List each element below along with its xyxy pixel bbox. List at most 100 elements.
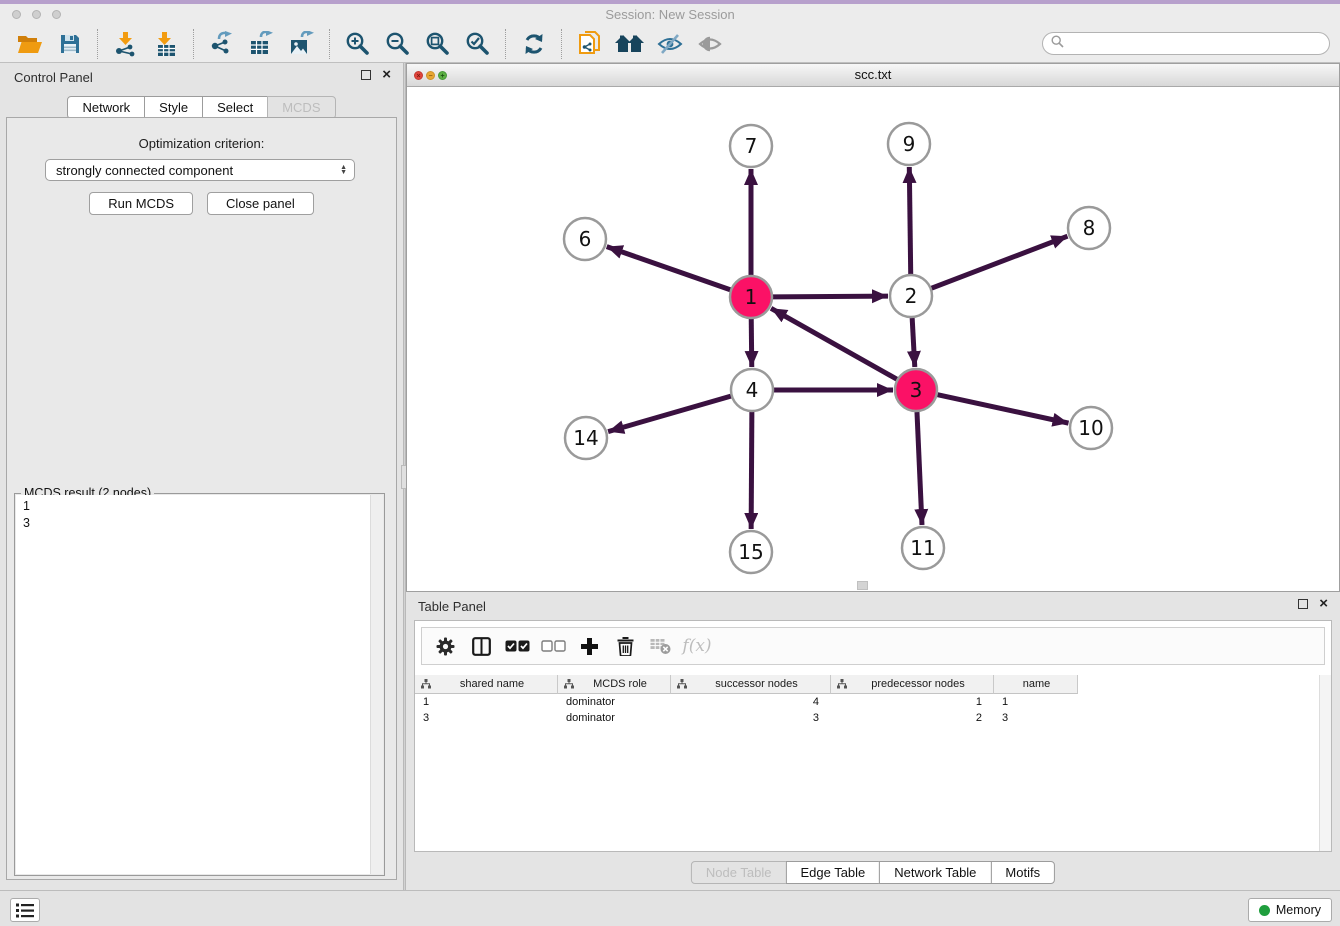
result-scrollbar[interactable]	[370, 495, 383, 874]
eye-icon[interactable]	[690, 28, 730, 60]
delete-icon[interactable]	[610, 631, 640, 661]
graph-edge-3-1[interactable]	[771, 308, 897, 379]
float-panel-icon[interactable]	[1298, 599, 1308, 609]
table-row[interactable]: 3dominator323	[415, 710, 1078, 726]
deselect-checkboxes-icon[interactable]	[538, 631, 568, 661]
graph-node-3[interactable]: 3	[895, 369, 937, 411]
optimization-criterion-select[interactable]: strongly connected component ▲▼	[45, 159, 355, 181]
split-columns-icon[interactable]	[466, 631, 496, 661]
table-scrollbar[interactable]	[1319, 675, 1331, 851]
graph-edge-3-11[interactable]	[917, 412, 922, 525]
column-header-label: predecessor nodes	[847, 678, 989, 690]
select-stepper-icon: ▲▼	[340, 165, 347, 175]
graph-node-label: 7	[745, 134, 758, 158]
graph-edge-1-6[interactable]	[607, 247, 731, 290]
table-toolbar: f(x)	[421, 627, 1325, 665]
add-column-icon[interactable]	[574, 631, 604, 661]
graph-node-label: 14	[573, 426, 598, 450]
graph-edge-1-4[interactable]	[751, 319, 752, 367]
graph-edge-1-2[interactable]	[773, 296, 888, 297]
graph-node-10[interactable]: 10	[1070, 407, 1112, 449]
import-table-icon[interactable]	[146, 28, 186, 60]
gear-icon[interactable]	[430, 631, 460, 661]
function-builder-icon[interactable]: f(x)	[682, 631, 712, 661]
tab-mcds[interactable]: MCDS	[267, 96, 335, 119]
hide-panels-icon[interactable]	[650, 28, 690, 60]
search-input[interactable]	[1069, 36, 1321, 52]
network-graph[interactable]: 7 9 6 8 1 2 4 3 14 10 15 11	[407, 87, 1339, 591]
close-panel-icon[interactable]: ×	[382, 70, 391, 80]
mcds-panel: Optimization criterion: strongly connect…	[6, 117, 397, 880]
table-cell: 3	[994, 710, 1078, 726]
open-session-icon[interactable]	[10, 28, 50, 60]
delete-table-icon[interactable]	[646, 631, 676, 661]
graph-node-1[interactable]: 1	[730, 276, 772, 318]
tab-network[interactable]: Network	[67, 96, 145, 119]
task-history-button[interactable]	[10, 898, 40, 922]
tab-node-table[interactable]: Node Table	[691, 861, 787, 884]
home-icon[interactable]	[610, 28, 650, 60]
tab-motifs[interactable]: Motifs	[990, 861, 1055, 884]
graph-node-14[interactable]: 14	[565, 417, 607, 459]
mcds-result-textarea[interactable]: 1 3	[16, 495, 371, 874]
column-header-MCDS-role[interactable]: MCDS role	[558, 675, 671, 694]
table-row[interactable]: 1dominator411	[415, 694, 1078, 710]
graph-node-2[interactable]: 2	[890, 275, 932, 317]
export-image-icon[interactable]	[282, 28, 322, 60]
graph-edge-4-14[interactable]	[608, 396, 731, 432]
close-panel-icon[interactable]: ×	[1319, 599, 1328, 609]
table-panel: Table Panel ×	[406, 592, 1340, 890]
graph-node-11[interactable]: 11	[902, 527, 944, 569]
save-session-icon[interactable]	[50, 28, 90, 60]
toolbar-separator	[193, 29, 195, 59]
graph-edge-2-9[interactable]	[909, 167, 910, 274]
window-titlebar: Session: New Session	[0, 4, 1340, 25]
graph-node-4[interactable]: 4	[731, 369, 773, 411]
tab-edge-table[interactable]: Edge Table	[785, 861, 880, 884]
network-window-titlebar: × − + scc.txt	[407, 64, 1339, 87]
zoom-selected-icon[interactable]	[458, 28, 498, 60]
graph-edge-2-3[interactable]	[912, 318, 915, 367]
export-network-icon[interactable]	[202, 28, 242, 60]
graph-node-9[interactable]: 9	[888, 123, 930, 165]
network-view-window: × − + scc.txt 7 9 6 8 1 2 4 3 14 10 15 11	[406, 63, 1340, 592]
export-table-icon[interactable]	[242, 28, 282, 60]
zoom-in-icon[interactable]	[338, 28, 378, 60]
graph-edge-2-8[interactable]	[932, 236, 1068, 288]
toolbar-separator	[561, 29, 563, 59]
float-panel-icon[interactable]	[361, 70, 371, 80]
graph-node-7[interactable]: 7	[730, 125, 772, 167]
run-mcds-button[interactable]: Run MCDS	[89, 192, 193, 215]
refresh-icon[interactable]	[514, 28, 554, 60]
memory-button[interactable]: Memory	[1248, 898, 1332, 922]
import-network-icon[interactable]	[106, 28, 146, 60]
tab-select[interactable]: Select	[202, 96, 268, 119]
graph-edge-4-15[interactable]	[751, 412, 752, 529]
network-canvas[interactable]: 7 9 6 8 1 2 4 3 14 10 15 11	[407, 87, 1339, 591]
column-header-predecessor-nodes[interactable]: predecessor nodes	[831, 675, 994, 694]
table-cell: 3	[671, 710, 831, 726]
memory-label: Memory	[1276, 903, 1321, 917]
graph-node-6[interactable]: 6	[564, 218, 606, 260]
tab-network-table[interactable]: Network Table	[879, 861, 991, 884]
table-cell: 1	[415, 694, 558, 710]
tab-style[interactable]: Style	[144, 96, 203, 119]
search-box[interactable]	[1042, 32, 1330, 55]
duplicate-network-icon[interactable]	[570, 28, 610, 60]
close-panel-button[interactable]: Close panel	[207, 192, 314, 215]
graph-node-15[interactable]: 15	[730, 531, 772, 573]
table-cell: 1	[831, 694, 994, 710]
graph-node-label: 2	[905, 284, 918, 308]
zoom-fit-icon[interactable]	[418, 28, 458, 60]
column-header-shared-name[interactable]: shared name	[415, 675, 558, 694]
graph-edge-3-10[interactable]	[937, 395, 1068, 423]
result-line: 3	[23, 515, 364, 532]
select-all-checkboxes-icon[interactable]	[502, 631, 532, 661]
column-header-successor-nodes[interactable]: successor nodes	[671, 675, 831, 694]
zoom-out-icon[interactable]	[378, 28, 418, 60]
graph-node-8[interactable]: 8	[1068, 207, 1110, 249]
column-header-name[interactable]: name	[994, 675, 1078, 694]
graph-node-label: 1	[745, 285, 758, 309]
application-window: Session: New Session	[0, 0, 1340, 926]
network-hscroll-thumb[interactable]	[857, 581, 868, 590]
